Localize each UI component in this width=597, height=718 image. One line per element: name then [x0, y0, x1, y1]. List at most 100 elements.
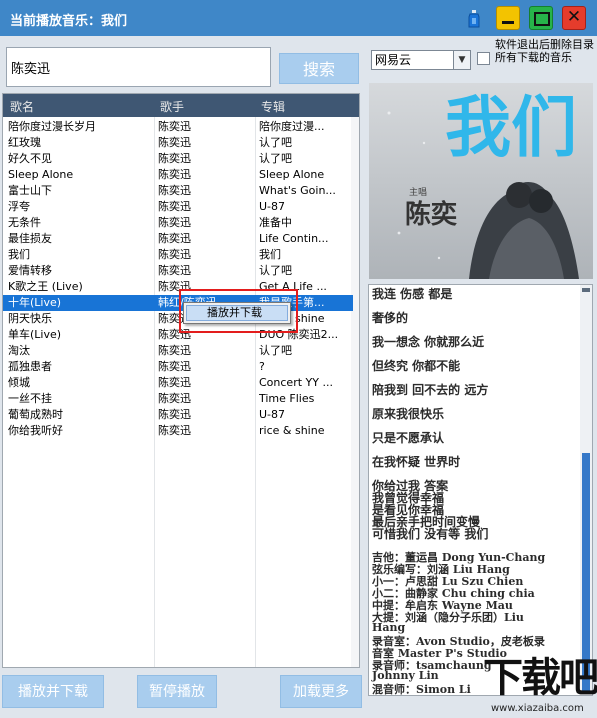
album-singer: 陈奕	[405, 200, 458, 230]
artist-cell: 陈奕迅	[158, 424, 191, 437]
song-title-cell: K歌之王 (Live)	[8, 280, 83, 293]
table-row[interactable]: 单车(Live) 陈奕迅 DUO 陈奕迅2...	[3, 327, 353, 343]
song-title-cell: 富士山下	[8, 184, 52, 197]
pause-button[interactable]: 暂停播放	[137, 675, 217, 708]
source-select-value: 网易云	[375, 53, 412, 67]
artist-cell: 陈奕迅	[158, 376, 191, 389]
watermark-main: 下载吧	[483, 655, 597, 701]
artist-cell: 陈奕迅	[158, 168, 191, 181]
lyrics-line: 可惜我们 没有等 我们	[372, 527, 489, 541]
table-row[interactable]: 富士山下 陈奕迅 What's Goin...	[3, 183, 353, 199]
table-row[interactable]: 你给我听好 陈奕迅 rice & shine	[3, 423, 353, 439]
album-cell: Time Flies	[259, 392, 315, 405]
album-cell: ?	[259, 360, 265, 373]
table-row[interactable]: Sleep Alone 陈奕迅 Sleep Alone	[3, 167, 353, 183]
lyrics-line: 我一想念 你就那么近	[372, 335, 485, 349]
song-title-cell: 淘汰	[8, 344, 30, 357]
song-title-cell: 一丝不挂	[8, 392, 52, 405]
lyrics-line: 在我怀疑 世界时	[372, 455, 461, 469]
column-header-title[interactable]: 歌名	[10, 98, 34, 115]
song-title-cell: 我们	[8, 248, 30, 261]
album-title-art: 我们	[445, 88, 577, 166]
song-title-cell: 孤独患者	[8, 360, 52, 373]
song-title-cell: 陪你度过漫长岁月	[8, 120, 96, 133]
album-sub-text: 主唱	[409, 188, 428, 198]
table-row[interactable]: 孤独患者 陈奕迅?	[3, 359, 353, 375]
album-cell: Sleep Alone	[259, 168, 325, 181]
lyrics-line: 只是不愿承认	[372, 431, 445, 445]
table-row[interactable]: 好久不见 陈奕迅 认了吧	[3, 151, 353, 167]
table-row[interactable]: 倾城 陈奕迅 Concert YY ...	[3, 375, 353, 391]
album-cell: rice & shine	[259, 424, 325, 437]
song-title-cell: 十年(Live)	[8, 296, 62, 309]
song-title-cell: Sleep Alone	[8, 168, 74, 181]
artist-cell: 陈奕迅	[158, 248, 191, 261]
skin-icon[interactable]	[466, 9, 482, 29]
song-title-cell: 你给我听好	[8, 424, 63, 437]
song-table: 歌名 歌手 专辑 陪你度过漫长岁月 陈奕迅 陪你度过漫... 红玫瑰 陈奕迅 认了吧 好久不…	[2, 93, 360, 668]
column-header-artist[interactable]: 歌手	[160, 98, 184, 115]
artist-cell: 陈奕迅	[158, 120, 191, 133]
search-input[interactable]	[6, 47, 271, 87]
window-title: 当前播放音乐：我们	[10, 14, 128, 29]
table-row[interactable]: 浮夸 陈奕迅 U-87	[3, 199, 353, 215]
play-download-button[interactable]: 播放并下载	[2, 675, 104, 708]
delete-on-exit-label: 软件退出后删除目录所有下载的音乐	[495, 38, 594, 64]
lyrics-line: 但终究 你都不能	[372, 359, 461, 373]
album-cell: U-87	[259, 408, 286, 421]
search-button[interactable]: 搜索	[279, 53, 359, 84]
column-header-album[interactable]: 专辑	[261, 98, 285, 115]
song-title-cell: 无条件	[8, 216, 41, 229]
table-row[interactable]: 淘汰 陈奕迅 认了吧	[3, 343, 353, 359]
song-title-cell: 浮夸	[8, 200, 30, 213]
scroll-up-icon[interactable]	[582, 288, 590, 292]
artist-cell: 陈奕迅	[158, 152, 191, 165]
chevron-down-icon[interactable]: ▼	[453, 51, 470, 69]
album-cell: 我们	[259, 248, 281, 261]
title-bar: 当前播放音乐：我们 ✕	[0, 0, 597, 36]
song-title-cell: 倾城	[8, 376, 30, 389]
lyrics-scrollbar[interactable]	[580, 285, 592, 695]
load-more-button[interactable]: 加载更多	[280, 675, 362, 708]
album-cell: 认了吧	[259, 264, 292, 277]
close-button[interactable]: ✕	[562, 6, 586, 30]
watermark-url: www.xiazaiba.com	[491, 703, 584, 714]
artist-cell: 陈奕迅	[158, 344, 191, 357]
context-menu: 播放并下载	[183, 302, 291, 324]
table-row[interactable]: 我们 陈奕迅 我们	[3, 247, 353, 263]
minimize-button[interactable]	[496, 6, 520, 30]
source-select[interactable]: 网易云 ▼	[371, 50, 471, 70]
song-title-cell: 好久不见	[8, 152, 52, 165]
table-row[interactable]: 红玫瑰 陈奕迅 认了吧	[3, 135, 353, 151]
maximize-button[interactable]	[529, 6, 553, 30]
watermark-logo: 下载吧 www.xiazaiba.com	[483, 655, 597, 718]
lyrics-panel: 我连 伤感 都是 奢侈的 我一想念 你就那么近 但终究 你都不能 陪我到 回不去的 远方…	[368, 284, 593, 696]
table-row[interactable]: 葡萄成熟时 陈奕迅 U-87	[3, 407, 353, 423]
lyrics-line: 陪我到 回不去的 远方	[372, 383, 489, 397]
song-title-cell: 最佳损友	[8, 232, 52, 245]
album-cell: 陪你度过漫...	[259, 120, 325, 133]
table-row[interactable]: K歌之王 (Live) 陈奕迅 Get A Life ...	[3, 279, 353, 295]
table-row[interactable]: 一丝不挂 陈奕迅 Time Flies	[3, 391, 353, 407]
delete-on-exit-checkbox[interactable]	[477, 52, 490, 65]
artist-cell: 陈奕迅	[158, 136, 191, 149]
table-row[interactable]: 阴天快乐 陈奕迅 rice & shine	[3, 311, 353, 327]
artist-cell: 陈奕迅	[158, 408, 191, 421]
album-cell: 认了吧	[259, 152, 292, 165]
artist-cell: 陈奕迅	[158, 216, 191, 229]
artist-cell: 陈奕迅	[158, 264, 191, 277]
artist-cell: 陈奕迅	[158, 232, 191, 245]
artist-cell: 陈奕迅	[158, 200, 191, 213]
table-row[interactable]: 最佳损友 陈奕迅 Life Contin...	[3, 231, 353, 247]
table-row[interactable]: 十年(Live)韩红/陈奕迅我是歌手第...	[3, 295, 353, 311]
album-cell: 认了吧	[259, 344, 292, 357]
song-title-cell: 爱情转移	[8, 264, 52, 277]
artist-cell: 陈奕迅	[158, 392, 191, 405]
album-cell: Life Contin...	[259, 232, 329, 245]
table-row[interactable]: 爱情转移 陈奕迅 认了吧	[3, 263, 353, 279]
album-cell: U-87	[259, 200, 286, 213]
table-row[interactable]: 陪你度过漫长岁月 陈奕迅 陪你度过漫...	[3, 119, 353, 135]
song-title-cell: 葡萄成熟时	[8, 408, 63, 421]
context-menu-play-download[interactable]: 播放并下载	[186, 305, 288, 321]
table-row[interactable]: 无条件 陈奕迅 准备中	[3, 215, 353, 231]
